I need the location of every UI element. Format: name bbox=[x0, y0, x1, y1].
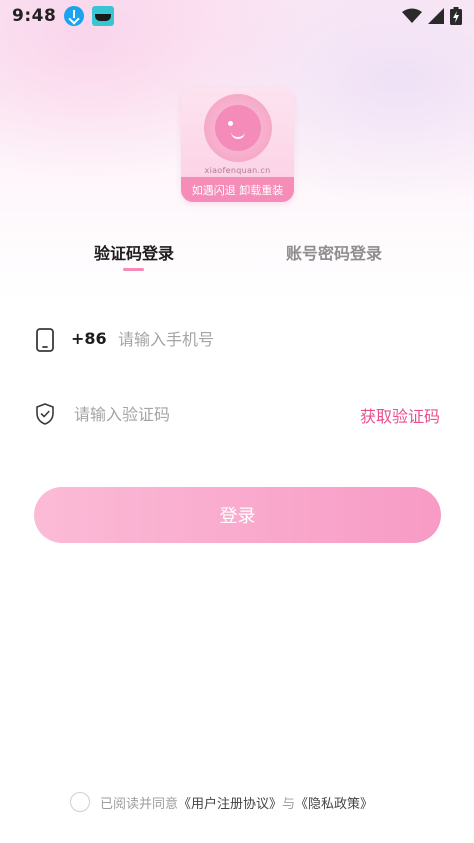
signal-icon bbox=[428, 8, 444, 24]
status-indicators bbox=[402, 7, 462, 25]
privacy-policy-link[interactable]: 《隐私政策》 bbox=[295, 793, 373, 812]
download-icon bbox=[64, 6, 85, 26]
status-time: 9:48 bbox=[12, 6, 57, 26]
app-logo: xiaofenquan.cn 如遇闪退 卸载重装 bbox=[181, 88, 294, 202]
country-code[interactable]: +86 bbox=[71, 329, 107, 348]
agreement-prefix: 已阅读并同意 bbox=[100, 796, 179, 812]
agreement-conjunction: 与 bbox=[282, 796, 296, 812]
user-agreement-link[interactable]: 《用户注册协议》 bbox=[178, 793, 282, 812]
logo-url-text: xiaofenquan.cn bbox=[204, 166, 271, 175]
tab-password-login[interactable]: 账号密码登录 bbox=[272, 240, 396, 264]
agreement-row: 已阅读并同意 《用户注册协议》 与 《隐私政策》 bbox=[70, 790, 373, 814]
login-button[interactable]: 登录 bbox=[34, 487, 441, 543]
verification-code-input[interactable] bbox=[74, 399, 334, 429]
tab-sms-login[interactable]: 验证码登录 bbox=[84, 240, 184, 264]
app-notification-icon bbox=[92, 6, 115, 26]
phone-icon bbox=[36, 328, 54, 352]
logo-banner: 如遇闪退 卸载重装 bbox=[181, 177, 294, 202]
tab-active-indicator bbox=[123, 268, 144, 271]
get-code-button[interactable]: 获取验证码 bbox=[360, 403, 440, 427]
phone-input[interactable] bbox=[118, 324, 438, 354]
shield-check-icon bbox=[36, 403, 54, 425]
battery-charging-icon bbox=[450, 7, 462, 25]
status-bar: 9:48 bbox=[0, 0, 474, 32]
smiley-face-icon bbox=[215, 105, 261, 151]
wifi-icon bbox=[402, 8, 422, 23]
agreement-checkbox[interactable] bbox=[70, 792, 90, 812]
